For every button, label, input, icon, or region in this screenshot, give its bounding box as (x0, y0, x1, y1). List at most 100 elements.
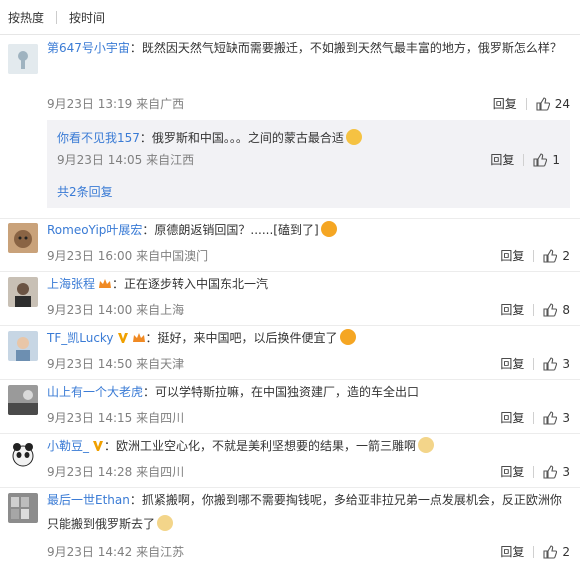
divider (533, 411, 535, 424)
divider (56, 10, 58, 24)
reply-button[interactable]: 回复 (500, 301, 524, 318)
comment-username[interactable]: 山上有一个大老虎 (47, 385, 143, 399)
avatar[interactable] (8, 493, 38, 523)
sub-replies-box: 你看不见我157：俄罗斯和中国。。。之间的蒙古最合适 9月23日 14:05 来… (47, 120, 570, 208)
comment-actions: 回复 3 (500, 463, 570, 480)
sort-by-hot-tab[interactable]: 按热度 (8, 9, 44, 26)
like-count: 3 (562, 356, 570, 371)
comment-item: 最后一世Ethan：抓紧搬啊，你搬到哪不需要掏钱呢，多给亚非拉兄弟一点发展机会，… (0, 488, 580, 566)
comment-meta: 9月23日 14:00 来自上海 (47, 303, 185, 317)
like-count: 2 (562, 248, 570, 263)
like-button[interactable]: 3 (543, 465, 570, 479)
like-count: 24 (554, 96, 570, 111)
divider (523, 153, 525, 166)
thumbs-up-icon (543, 356, 558, 371)
reply-button[interactable]: 回复 (500, 247, 524, 264)
reply-meta: 9月23日 14:05 来自江西 (57, 153, 195, 167)
comment-username[interactable]: RomeoYip叶展宏 (47, 223, 142, 237)
sort-by-time-tab[interactable]: 按时间 (69, 9, 105, 26)
comment-text-continued: 只能搬到俄罗斯去了 (47, 517, 156, 531)
avatar[interactable] (8, 223, 38, 253)
comment-username[interactable]: 小勒豆_ (47, 439, 89, 453)
like-button[interactable]: 2 (543, 545, 570, 559)
avatar[interactable] (8, 439, 38, 469)
comment-meta: 9月23日 14:42 来自江苏 (47, 545, 185, 559)
doge-emoji-icon (157, 515, 174, 531)
comment-username[interactable]: 第647号小宇宙 (47, 41, 130, 55)
comment-meta: 9月23日 14:15 来自四川 (47, 411, 185, 425)
comment-actions: 回复 3 (500, 355, 570, 372)
avatar[interactable] (8, 331, 38, 361)
thumbs-up-icon (543, 302, 558, 317)
divider (525, 97, 527, 110)
comment-item: RomeoYip叶展宏：原德朗返销回国？......[磕到了] 9月23日 16… (0, 219, 580, 272)
reply-button[interactable]: 回复 (490, 151, 514, 168)
like-button[interactable]: 1 (533, 153, 560, 167)
divider (533, 357, 535, 370)
comment-item: TF_凯Lucky ：挺好，来中国吧，以后换件便宜了 9月23日 14:50 来自… (0, 326, 580, 380)
reply-button[interactable]: 回复 (493, 95, 517, 112)
comment-text: ：原德朗返销回国？......[磕到了] (142, 223, 319, 237)
avatar[interactable] (8, 277, 38, 307)
divider (533, 303, 535, 316)
reply-button[interactable]: 回复 (500, 355, 524, 372)
comment-meta: 9月23日 14:28 来自四川 (47, 465, 185, 479)
like-count: 2 (562, 544, 570, 559)
vip-v-icon (92, 439, 104, 457)
comment-item: 第647号小宇宙：既然因天然气短缺而需要搬迁，不如搬到天然气最丰富的地方，俄罗斯… (0, 35, 580, 219)
laugh-emoji-icon (320, 221, 337, 237)
comment-actions: 回复 3 (500, 409, 570, 426)
thumbs-up-icon (543, 248, 558, 263)
reply-username[interactable]: 你看不见我157 (57, 131, 140, 145)
like-button[interactable]: 2 (543, 249, 570, 263)
like-count: 1 (552, 152, 560, 167)
sort-bar: 按热度 按时间 (0, 0, 580, 35)
reply-button[interactable]: 回复 (500, 463, 524, 480)
divider (533, 545, 535, 558)
like-button[interactable]: 3 (543, 411, 570, 425)
doge-emoji-icon (418, 437, 435, 453)
avatar[interactable] (8, 44, 38, 74)
comment-actions: 回复 2 (500, 247, 570, 264)
vip-v-icon (117, 331, 129, 349)
comment-actions: 回复 8 (500, 301, 570, 318)
comment-username[interactable]: TF_凯Lucky (47, 331, 114, 345)
like-button[interactable]: 3 (543, 357, 570, 371)
comment-item: 山上有一个大老虎：可以学特斯拉嘛，在中国独资建厂，造的车全出口 9月23日 14… (0, 380, 580, 434)
reply-button[interactable]: 回复 (500, 409, 524, 426)
avatar[interactable] (8, 385, 38, 415)
like-count: 3 (562, 464, 570, 479)
thumbs-up-icon (543, 410, 558, 425)
reply-actions: 回复 1 (490, 151, 560, 168)
comment-item: 小勒豆_ ：欧洲工业空心化，不就是美利坚想要的结果，一箭三雕啊 9月23日 14:… (0, 434, 580, 488)
comment-meta: 9月23日 13:19 来自广西 (47, 97, 185, 111)
comment-text: ：正在逐步转入中国东北一汽 (112, 277, 269, 291)
laugh-emoji-icon (339, 329, 356, 345)
member-badge-icon (98, 277, 112, 295)
like-button[interactable]: 24 (536, 97, 570, 111)
like-count: 3 (562, 410, 570, 425)
comment-meta: 9月23日 16:00 来自中国澳门 (47, 249, 209, 263)
reply-button[interactable]: 回复 (500, 543, 524, 560)
like-button[interactable]: 8 (543, 303, 570, 317)
comment-text: ：既然因天然气短缺而需要搬迁，不如搬到天然气最丰富的地方，俄罗斯怎么样？ (129, 41, 562, 55)
comment-meta: 9月23日 14:50 来自天津 (47, 357, 185, 371)
member-badge-icon (132, 331, 146, 349)
comment-username[interactable]: 上海张程 (47, 277, 95, 291)
comment-item: 上海张程 ：正在逐步转入中国东北一汽 9月23日 14:00 来自上海 回复 8 (0, 272, 580, 326)
thumbs-up-icon (543, 544, 558, 559)
divider (533, 465, 535, 478)
thumbs-up-icon (536, 96, 550, 111)
comment-username[interactable]: 最后一世Ethan (47, 493, 130, 507)
reply-text: ：俄罗斯和中国。。。之间的蒙古最合适 (139, 131, 344, 145)
like-count: 8 (562, 302, 570, 317)
comment-text: ：可以学特斯拉嘛，在中国独资建厂，造的车全出口 (143, 385, 420, 399)
comment-actions: 回复 2 (500, 543, 570, 560)
thumbs-up-icon (533, 152, 548, 167)
divider (533, 249, 535, 262)
comment-text: ：欧洲工业空心化，不就是美利坚想要的结果，一箭三雕啊 (104, 439, 417, 453)
comment-text: ：抓紧搬啊，你搬到哪不需要掏钱呢，多给亚非拉兄弟一点发展机会，反正欧洲你 (129, 493, 562, 507)
more-replies-link[interactable]: 共2条回复 (57, 183, 113, 200)
thumbs-up-icon (543, 464, 558, 479)
comment-actions: 回复 24 (493, 95, 570, 112)
